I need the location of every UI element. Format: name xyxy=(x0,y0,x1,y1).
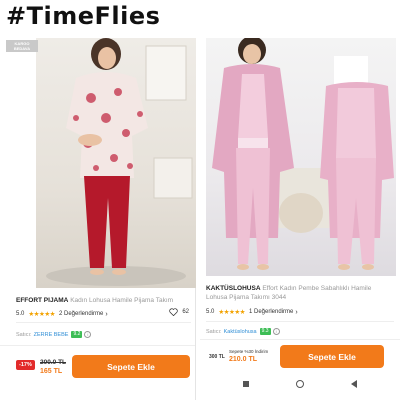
current-price: 165 TL xyxy=(40,368,63,375)
model-illustration-left xyxy=(46,38,193,286)
rating-row[interactable]: 5.0 ★★★★★ 2 Değerlendirme › xyxy=(16,310,108,319)
divider xyxy=(0,345,195,346)
rating-value: 5.0 xyxy=(206,309,215,315)
product-brand: KAKTÜSLOHUSA xyxy=(206,285,261,292)
product-card-right[interactable]: KAKTÜSLOHUSA Effort Kadın Pembe Sabahlık… xyxy=(200,38,400,400)
current-price: 210.0 TL xyxy=(229,356,258,363)
nav-recents-icon[interactable] xyxy=(243,381,250,387)
review-count: 1 Değerlendirme xyxy=(248,309,294,315)
campaign-text: Sepete %30 İndirim xyxy=(229,349,269,354)
system-nav-bar xyxy=(220,377,380,391)
rating-row[interactable]: 5.0 ★★★★★ 1 Değerlendirme › xyxy=(206,308,298,317)
nav-home-icon[interactable] xyxy=(295,380,304,388)
heart-icon xyxy=(169,308,178,316)
seller-label: Satıcı: xyxy=(206,328,222,335)
seller-score-badge: 9.2 xyxy=(71,331,83,338)
divider xyxy=(16,322,191,323)
seller-name-link[interactable]: Kaktüslohusa xyxy=(224,329,257,335)
divider xyxy=(206,321,394,322)
favorite-count: 62 xyxy=(182,309,189,315)
free-shipping-badge: KARGO BEDAVA xyxy=(6,40,38,52)
info-icon[interactable]: i xyxy=(84,331,92,338)
hashtag-caption: #TimeFlies xyxy=(6,2,161,30)
product-title-right[interactable]: KAKTÜSLOHUSA Effort Kadın Pembe Sabahlık… xyxy=(206,284,394,302)
info-icon[interactable]: i xyxy=(272,328,280,335)
favorite-button[interactable]: 62 xyxy=(169,308,189,316)
add-to-cart-button[interactable]: Sepete Ekle xyxy=(280,345,384,368)
old-price: 300 TL xyxy=(209,354,225,360)
product-image-right[interactable] xyxy=(206,38,396,276)
review-count: 2 Değerlendirme xyxy=(58,311,104,317)
product-card-left[interactable]: KARGO BEDAVA EFFORT PIJAMA Kadın Lohusa … xyxy=(0,38,196,400)
rating-stars: ★★★★★ xyxy=(218,309,245,316)
nav-back-icon[interactable] xyxy=(350,380,357,388)
product-image-left[interactable] xyxy=(36,38,196,288)
seller-label: Satıcı: xyxy=(16,331,32,338)
seller-row[interactable]: Satıcı: Kaktüslohusa 9.3 i xyxy=(206,328,280,335)
chevron-right-icon: › xyxy=(295,308,298,316)
seller-score-badge: 9.3 xyxy=(259,328,271,335)
seller-row[interactable]: Satıcı: ZERRE BEBE 9.2 i xyxy=(16,331,92,338)
seller-name-link[interactable]: ZERRE BEBE xyxy=(34,332,69,338)
product-name: Kadın Lohusa Hamile Pijama Takım xyxy=(70,297,174,304)
rating-stars: ★★★★★ xyxy=(28,311,55,318)
rating-value: 5.0 xyxy=(16,311,25,317)
model-illustration-right xyxy=(212,38,394,270)
product-brand: EFFORT PIJAMA xyxy=(16,297,69,304)
chevron-right-icon: › xyxy=(105,310,108,318)
discount-badge: -17% xyxy=(16,360,35,370)
old-price: 200.0 TL xyxy=(40,359,67,366)
divider xyxy=(200,339,400,340)
product-title-left[interactable]: EFFORT PIJAMA Kadın Lohusa Hamile Pijama… xyxy=(16,296,192,305)
add-to-cart-button[interactable]: Sepete Ekle xyxy=(72,355,190,378)
